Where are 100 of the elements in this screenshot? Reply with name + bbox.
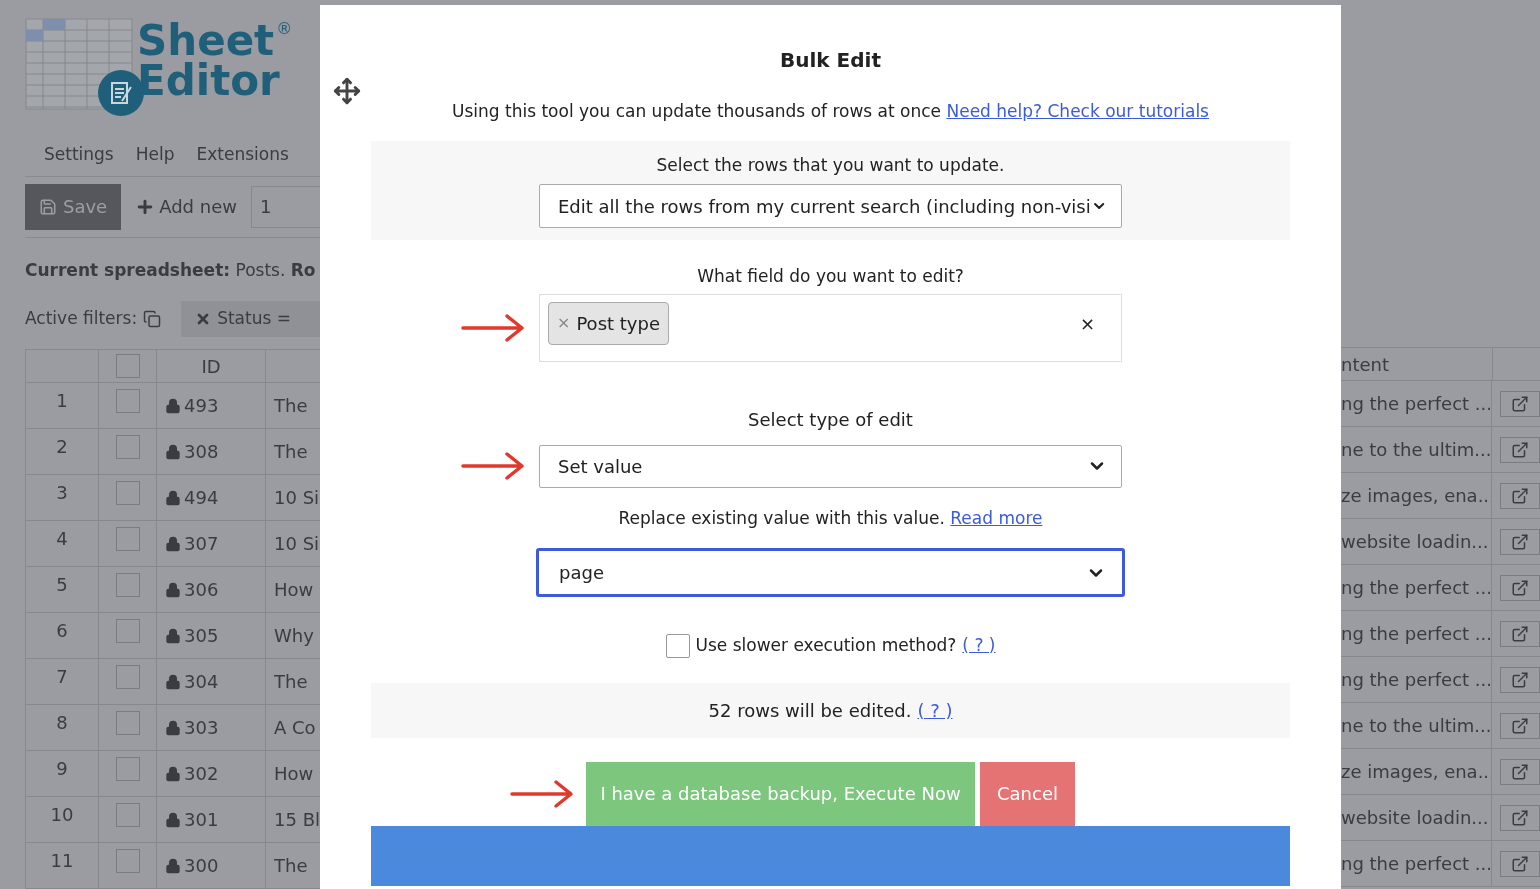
field-select[interactable]: × Post type × xyxy=(539,293,1122,362)
open-link-button[interactable] xyxy=(1500,390,1540,417)
move-icon[interactable] xyxy=(333,77,361,105)
filter-tag[interactable]: Status = xyxy=(181,301,320,337)
external-link-icon xyxy=(1511,716,1529,735)
id-cell-text: 300 xyxy=(184,854,219,878)
value-select[interactable]: page xyxy=(536,548,1125,597)
open-link-button[interactable] xyxy=(1500,712,1540,739)
menu-item[interactable]: Help xyxy=(135,142,175,168)
content-cell-text: ne to the ultim... xyxy=(1341,714,1491,738)
content-cell-text: ng the perfect ... xyxy=(1341,668,1491,692)
arrow-icon xyxy=(510,778,574,809)
content-cell-text: ng the perfect ... xyxy=(1341,852,1491,876)
clear-icon[interactable]: × xyxy=(1079,309,1095,337)
row-checkbox[interactable] xyxy=(115,757,140,781)
lock-icon xyxy=(165,673,181,690)
title-cell-text: How xyxy=(274,762,314,786)
copy-icon xyxy=(143,310,162,328)
row-checkbox[interactable] xyxy=(115,481,140,505)
external-link-icon xyxy=(1511,394,1529,413)
title-cell-text: The xyxy=(274,670,308,694)
open-link-button[interactable] xyxy=(1500,758,1540,785)
id-cell-text: 307 xyxy=(184,532,219,556)
menu-item[interactable]: Extensions xyxy=(196,142,289,168)
external-link-icon xyxy=(1511,578,1529,597)
column-header: ntent xyxy=(1341,352,1389,377)
row-number: 2 xyxy=(56,435,68,459)
external-link-icon xyxy=(1511,486,1529,505)
row-checkbox[interactable] xyxy=(115,619,140,643)
registered-mark: ® xyxy=(276,20,293,37)
rows-label: Select the rows that you want to update. xyxy=(656,153,1005,177)
open-link-button[interactable] xyxy=(1500,666,1540,693)
open-link-button[interactable] xyxy=(1500,436,1540,463)
id-cell-text: 306 xyxy=(184,578,219,602)
lock-icon xyxy=(165,397,181,414)
edit-type-label: Select type of edit xyxy=(748,407,913,432)
title-cell-text: How xyxy=(274,578,314,602)
rows-select[interactable]: Edit all the rows from my current search (including non-visi xyxy=(539,184,1122,228)
row-checkbox[interactable] xyxy=(115,527,140,551)
id-cell-text: 493 xyxy=(184,394,219,418)
cancel-button[interactable]: Cancel xyxy=(980,761,1075,826)
content-cell-text: ng the perfect ... xyxy=(1341,576,1491,600)
current-spreadsheet-text: Current spreadsheet: Posts. Ro xyxy=(25,259,316,280)
lock-icon xyxy=(165,719,181,736)
save-icon xyxy=(39,197,57,216)
select-all-checkbox[interactable] xyxy=(115,354,140,378)
id-cell-text: 308 xyxy=(184,440,219,464)
chip-label: Post type xyxy=(576,311,660,336)
content-cell-text: ng the perfect ... xyxy=(1341,392,1491,416)
content-cell-text: website loadin... xyxy=(1341,806,1489,830)
id-cell-text: 303 xyxy=(184,716,219,740)
row-checkbox[interactable] xyxy=(115,435,140,459)
menu-item[interactable]: Settings xyxy=(44,142,114,168)
title-cell-text: Why xyxy=(274,624,314,648)
row-checkbox[interactable] xyxy=(115,389,140,413)
row-number: 4 xyxy=(56,527,68,551)
open-link-button[interactable] xyxy=(1500,620,1540,647)
external-link-icon xyxy=(1511,532,1529,551)
row-checkbox[interactable] xyxy=(115,803,140,827)
open-link-button[interactable] xyxy=(1500,528,1540,555)
help-link[interactable]: ( ? ) xyxy=(962,633,996,659)
lock-icon xyxy=(165,581,181,598)
slower-checkbox[interactable] xyxy=(665,633,690,658)
row-checkbox[interactable] xyxy=(115,665,140,689)
external-link-icon xyxy=(1511,440,1529,459)
read-more-link[interactable]: Read more xyxy=(950,507,1043,528)
content-cell-text: ze images, ena... xyxy=(1341,760,1491,784)
arrow-icon xyxy=(461,312,525,343)
row-checkbox[interactable] xyxy=(115,573,140,597)
row-number: 1 xyxy=(56,389,68,413)
edit-type-select[interactable]: Set value xyxy=(539,444,1122,488)
content-cell-text: ze images, ena... xyxy=(1341,484,1491,508)
row-checkbox[interactable] xyxy=(115,711,140,735)
content-cell-text: ne to the ultim... xyxy=(1341,438,1491,462)
id-cell-text: 494 xyxy=(184,486,219,510)
lock-icon xyxy=(165,627,181,644)
external-link-icon xyxy=(1511,762,1529,781)
row-number: 7 xyxy=(56,665,68,689)
tutorials-link[interactable]: Need help? Check our tutorials xyxy=(946,101,1209,121)
post-type-chip[interactable]: × Post type xyxy=(548,301,669,345)
row-checkbox[interactable] xyxy=(115,849,140,873)
id-cell-text: 301 xyxy=(184,808,219,832)
open-link-button[interactable] xyxy=(1500,574,1540,601)
hint-text: Replace existing value with this value. xyxy=(618,507,945,528)
column-header: ID xyxy=(201,354,221,379)
summary-text: 52 rows will be edited. xyxy=(708,698,912,723)
field-label: What field do you want to edit? xyxy=(697,265,964,288)
help-link[interactable]: ( ? ) xyxy=(917,696,953,724)
id-cell-text: 305 xyxy=(184,624,219,648)
external-link-icon xyxy=(1511,808,1529,827)
chip-remove-icon[interactable]: × xyxy=(557,311,571,335)
content-cell-text: ng the perfect ... xyxy=(1341,622,1491,646)
open-link-button[interactable] xyxy=(1500,482,1540,509)
title-cell-text: 10 Si xyxy=(274,532,320,556)
add-new-button[interactable]: Add new xyxy=(135,193,237,220)
open-link-button[interactable] xyxy=(1500,850,1540,877)
open-link-button[interactable] xyxy=(1500,804,1540,831)
row-number: 9 xyxy=(56,757,68,781)
title-cell-text: 10 Si xyxy=(274,486,320,510)
slower-label: Use slower execution method? xyxy=(695,634,957,657)
